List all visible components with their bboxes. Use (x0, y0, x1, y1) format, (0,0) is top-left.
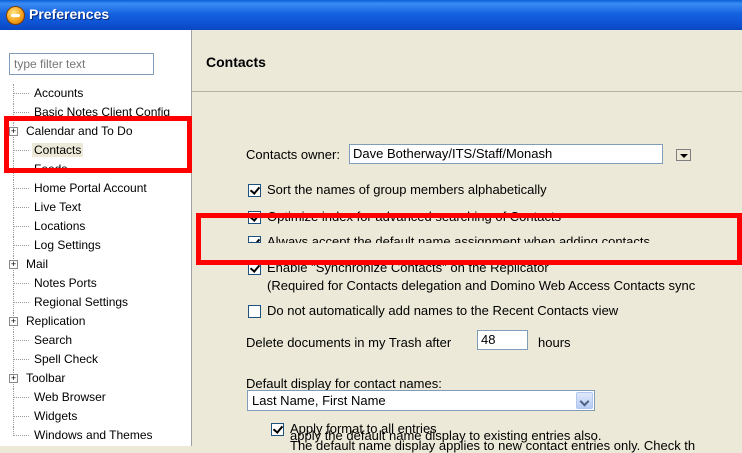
chevron-down-icon[interactable] (576, 392, 593, 409)
tree-item-toolbar[interactable]: + Toolbar (0, 369, 191, 387)
tree-item-home-portal-account[interactable]: Home Portal Account (0, 179, 191, 197)
tree-item-regional-settings[interactable]: Regional Settings (0, 293, 191, 311)
trash-suffix-label: hours (538, 335, 571, 350)
display-help-line-2: apply the default name display to existi… (290, 428, 602, 443)
tree-item-label: Home Portal Account (34, 181, 147, 195)
tree-item-search[interactable]: Search (0, 331, 191, 349)
filter-input[interactable] (9, 53, 154, 75)
tree-item-label: Spell Check (34, 352, 99, 366)
tree-item-replication[interactable]: + Replication (0, 312, 191, 330)
contacts-owner-label: Contacts owner: (246, 147, 340, 162)
tree-item-locations[interactable]: Locations (0, 217, 191, 235)
contacts-owner-field[interactable]: Dave Botherway/ITS/Staff/Monash (349, 144, 663, 164)
tree-item-notes-ports[interactable]: Notes Ports (0, 274, 191, 292)
tree-item-label: Accounts (34, 86, 84, 100)
expand-icon[interactable]: + (9, 317, 18, 326)
tree-item-label: Web Browser (34, 390, 106, 404)
tree-item-label: Log Settings (34, 238, 101, 252)
tree-item-label: Live Text (34, 200, 82, 214)
title-bar[interactable]: Preferences (0, 0, 742, 30)
trash-days-input[interactable]: 48 (477, 330, 528, 350)
tree-item-windows-and-themes[interactable]: Windows and Themes (0, 426, 191, 444)
tree-item-widgets[interactable]: Widgets (0, 407, 191, 425)
page-title: Contacts (206, 54, 266, 70)
sync-requirement-note: (Required for Contacts delegation and Do… (267, 278, 696, 293)
annotation-box-sync-option (196, 213, 742, 265)
tree-item-web-browser[interactable]: Web Browser (0, 388, 191, 406)
tree-item-spell-check[interactable]: Spell Check (0, 350, 191, 368)
tree-item-log-settings[interactable]: Log Settings (0, 236, 191, 254)
tree-item-accounts[interactable]: Accounts (0, 84, 191, 102)
tree-item-label: Regional Settings (34, 295, 129, 309)
expand-icon[interactable]: + (9, 374, 18, 383)
trash-prefix-label: Delete documents in my Trash after (246, 335, 452, 350)
annotation-box-contacts-tree (4, 116, 192, 173)
tree-item-label: Mail (26, 257, 49, 271)
tree-item-mail[interactable]: + Mail (0, 255, 191, 273)
tree-item-label: Search (34, 333, 73, 347)
default-display-select[interactable]: Last Name, First Name (247, 390, 595, 411)
lotus-notes-app-icon (6, 6, 25, 25)
tree-item-label: Toolbar (26, 371, 66, 385)
tree-item-label: Widgets (34, 409, 78, 423)
tree-item-live-text[interactable]: Live Text (0, 198, 191, 216)
contacts-owner-dropdown-button[interactable] (676, 149, 691, 161)
tree-item-label: Replication (26, 314, 86, 328)
sort-group-members-label: Sort the names of group members alphabet… (267, 182, 547, 197)
apply-format-all-checkbox[interactable] (271, 423, 284, 436)
page-header: Contacts (192, 30, 742, 92)
preferences-tree-pane: Accounts Basic Notes Client Config + Cal… (0, 30, 192, 446)
no-auto-add-recent-checkbox[interactable] (248, 305, 261, 318)
window-title: Preferences (29, 6, 110, 22)
default-display-label: Default display for contact names: (246, 376, 442, 391)
contacts-settings: Contacts owner: Dave Botherway/ITS/Staff… (192, 92, 742, 453)
tree-item-label: Locations (34, 219, 86, 233)
tree-item-label: Notes Ports (34, 276, 97, 290)
expand-icon[interactable]: + (9, 260, 18, 269)
tree-item-label: Windows and Themes (34, 428, 153, 442)
sort-group-members-checkbox[interactable] (248, 184, 261, 197)
no-auto-add-recent-label: Do not automatically add names to the Re… (267, 303, 619, 318)
default-display-value: Last Name, First Name (252, 393, 386, 408)
